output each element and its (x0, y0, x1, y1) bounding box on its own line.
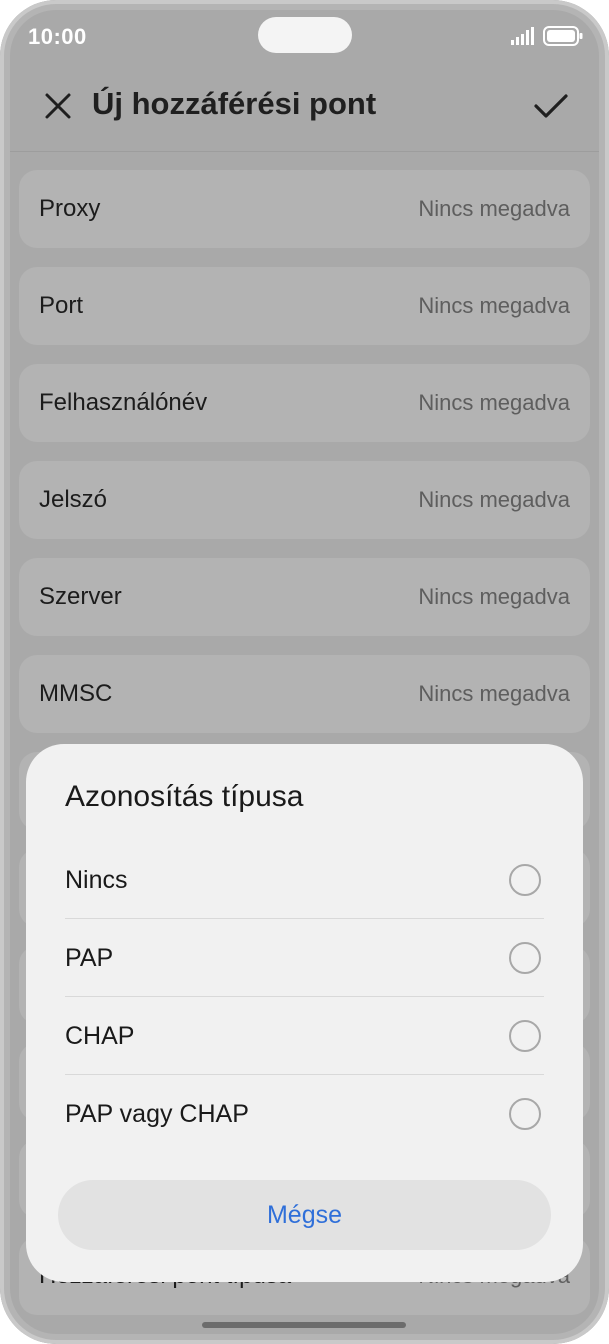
option-label: PAP (65, 943, 114, 972)
row-mmsc[interactable]: MMSC Nincs megadva (19, 655, 590, 733)
radio-button[interactable] (509, 1020, 541, 1052)
check-icon[interactable] (533, 92, 569, 120)
row-value: Nincs megadva (418, 584, 570, 609)
row-label: Jelszó (39, 486, 108, 513)
radio-button[interactable] (509, 942, 541, 974)
row-value: Nincs megadva (418, 196, 570, 221)
row-proxy[interactable]: Proxy Nincs megadva (19, 170, 590, 248)
battery-icon (543, 26, 583, 46)
page-title: Új hozzáférési pont (92, 86, 377, 121)
radio-button[interactable] (509, 1098, 541, 1130)
option-pap[interactable]: PAP (65, 919, 544, 997)
option-label: Nincs (65, 865, 128, 894)
row-port[interactable]: Port Nincs megadva (19, 267, 590, 345)
phone-screen: 10:00 Új hozzáférési pont Proxy Nincs me… (0, 0, 609, 1344)
row-label: Port (39, 292, 84, 319)
option-label: CHAP (65, 1021, 135, 1050)
sheet-title: Azonosítás típusa (65, 780, 304, 813)
option-pap-or-chap[interactable]: PAP vagy CHAP (65, 1075, 544, 1153)
auth-type-sheet: Azonosítás típusa Nincs PAP CHAP PAP vag… (26, 744, 583, 1282)
home-indicator[interactable] (202, 1322, 406, 1328)
camera-pill (258, 17, 352, 53)
row-label: Felhasználónév (39, 389, 208, 416)
option-chap[interactable]: CHAP (65, 997, 544, 1075)
radio-button[interactable] (509, 864, 541, 896)
row-value: Nincs megadva (418, 293, 570, 318)
row-value: Nincs megadva (418, 390, 570, 415)
row-value: Nincs megadva (418, 681, 570, 706)
row-label: Szerver (39, 583, 122, 610)
row-label: MMSC (39, 680, 113, 707)
signal-icon (511, 27, 534, 45)
row-username[interactable]: Felhasználónév Nincs megadva (19, 364, 590, 442)
cancel-button[interactable]: Mégse (58, 1180, 551, 1250)
row-value: Nincs megadva (418, 487, 570, 512)
close-icon[interactable] (44, 92, 72, 120)
row-label: Proxy (39, 195, 101, 222)
status-time: 10:00 (28, 24, 87, 49)
row-password[interactable]: Jelszó Nincs megadva (19, 461, 590, 539)
row-server[interactable]: Szerver Nincs megadva (19, 558, 590, 636)
header-divider (0, 151, 609, 152)
option-none[interactable]: Nincs (65, 841, 544, 919)
option-label: PAP vagy CHAP (65, 1099, 249, 1128)
